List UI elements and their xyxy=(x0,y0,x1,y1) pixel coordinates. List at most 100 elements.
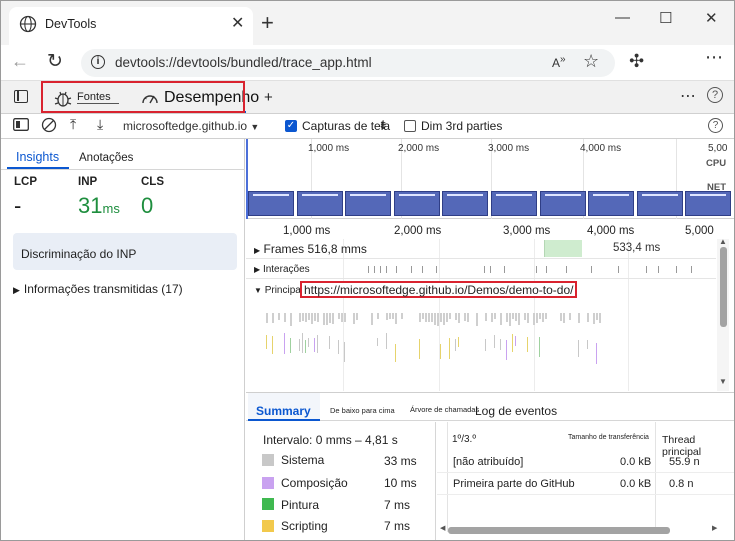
task-bar xyxy=(506,340,507,360)
legend-swatch-system xyxy=(262,454,274,466)
interaction-mark xyxy=(646,266,647,273)
horizontal-scrollbar[interactable]: ◀ ▶ xyxy=(440,524,720,535)
task-bar xyxy=(437,313,439,326)
metric-cls-value: 0 xyxy=(141,193,154,218)
reload-icon[interactable]: ↻ xyxy=(47,50,63,73)
scroll-thumb[interactable] xyxy=(448,527,670,534)
tab-annotations[interactable]: Anotações xyxy=(79,152,133,164)
scroll-right-icon[interactable]: ▶ xyxy=(712,524,717,532)
interaction-mark xyxy=(658,266,659,273)
task-bar xyxy=(587,313,589,322)
read-aloud-icon[interactable]: A» xyxy=(552,54,566,70)
interaction-mark xyxy=(380,266,381,273)
task-bar xyxy=(314,338,315,352)
task-bar xyxy=(299,313,301,322)
address-bar[interactable]: i devtools://devtools/bundled/trace_app.… xyxy=(81,49,615,77)
task-bar xyxy=(353,313,355,324)
interaction-mark xyxy=(618,266,619,273)
task-bar xyxy=(284,313,286,322)
task-bar xyxy=(506,313,508,322)
maximize-button[interactable]: ☐ xyxy=(659,9,672,27)
table-cell: Primeira parte do GitHub xyxy=(453,478,575,490)
task-bar xyxy=(458,337,459,347)
table-header: 1º/3.º Tamanho de transferência Thread p… xyxy=(437,422,734,458)
task-bar xyxy=(446,313,448,322)
timeline-overview[interactable]: 1,000 ms 2,000 ms 3,000 ms 4,000 ms 5,00… xyxy=(246,139,734,219)
table-row[interactable]: [não atribuído] 0.0 kB 55.9 n xyxy=(437,451,734,473)
title-bar: DevTools ✕ + — ☐ ✕ xyxy=(1,1,734,45)
scroll-left-icon[interactable]: ◀ xyxy=(440,524,445,532)
interaction-mark xyxy=(374,266,375,273)
frame-block[interactable] xyxy=(544,240,582,257)
column-header[interactable]: Tamanho de transferência xyxy=(568,434,649,441)
scroll-thumb[interactable] xyxy=(720,247,727,327)
expand-triangle-icon: ▶ xyxy=(13,285,20,295)
browser-menu-icon[interactable]: ⋯ xyxy=(705,47,724,68)
dock-side-icon[interactable] xyxy=(14,90,28,103)
task-bar xyxy=(371,313,373,325)
tab-call-tree[interactable]: Árvore de chamadas xyxy=(410,405,479,414)
task-bar xyxy=(455,313,457,320)
tab-bottom-up[interactable]: De baixo para cima xyxy=(330,406,395,415)
task-bar xyxy=(455,339,456,351)
summary-value: 7 ms xyxy=(384,519,411,533)
back-arrow-icon[interactable]: ← xyxy=(11,51,29,72)
vertical-scrollbar[interactable]: ▲ ▼ xyxy=(717,239,729,391)
tab-summary[interactable]: Summary xyxy=(248,393,320,421)
interactions-track[interactable]: ▶ Interações xyxy=(246,261,716,279)
dim-3rd-parties-label: Dim 3rd parties xyxy=(421,119,503,133)
table-cell: 0.0 kB xyxy=(620,456,652,468)
frames-track[interactable]: ▶ Frames 516,8 mms 533,4 ms xyxy=(246,239,716,259)
main-thread-track[interactable]: ▼ Principal https://microsoftedge.github… xyxy=(246,279,716,391)
browser-tab[interactable]: DevTools ✕ xyxy=(9,7,253,45)
help-icon[interactable]: ? xyxy=(708,118,723,133)
interaction-mark xyxy=(396,266,397,273)
task-bar xyxy=(326,313,328,325)
resize-handle-icon[interactable]: ⇟ xyxy=(378,118,388,132)
favorite-star-icon[interactable]: ☆ xyxy=(583,51,599,72)
divider[interactable] xyxy=(435,422,436,540)
task-bar xyxy=(299,339,300,351)
interaction-mark xyxy=(676,266,677,273)
help-icon[interactable]: ? xyxy=(707,87,723,103)
interaction-mark xyxy=(691,266,692,273)
tab-event-log[interactable]: Log de eventos xyxy=(475,404,557,418)
extensions-icon[interactable]: ✣ xyxy=(629,51,644,72)
range-text: Intervalo: 0 mms – 4,81 s xyxy=(263,433,398,447)
column-header[interactable]: 1º/3.º xyxy=(452,434,476,445)
task-bar xyxy=(323,313,325,325)
close-window-button[interactable]: ✕ xyxy=(705,9,718,27)
summary-label: Scripting xyxy=(281,519,328,533)
devtools-more-icon[interactable]: ⋯ xyxy=(680,86,696,106)
add-tab-button[interactable]: + xyxy=(264,89,273,106)
tab-insights[interactable]: Insights xyxy=(7,147,69,169)
globe-icon xyxy=(19,15,37,36)
table-row[interactable]: Primeira parte do GitHub 0.0 kB 0.8 n xyxy=(437,473,734,495)
scroll-down-icon[interactable]: ▼ xyxy=(719,377,727,386)
main-thread-url[interactable]: https://microsoftedge.github.io/Demos/de… xyxy=(300,281,578,298)
new-tab-button[interactable]: + xyxy=(261,12,274,34)
dim-3rd-parties-checkbox[interactable] xyxy=(404,120,416,132)
close-tab-icon[interactable]: ✕ xyxy=(231,13,244,33)
sidebar-toggle-icon[interactable] xyxy=(13,118,29,134)
minimize-button[interactable]: — xyxy=(615,9,630,26)
download-icon[interactable]: ⤓ xyxy=(97,116,103,133)
recording-select[interactable]: microsoftedge.github.io ▼ xyxy=(123,119,259,133)
task-bar xyxy=(509,313,511,326)
transmitted-info-toggle[interactable]: ▶ Informações transmitidas (17) xyxy=(13,282,183,296)
upload-icon[interactable]: ⤒ xyxy=(70,116,76,133)
url-text[interactable]: devtools://devtools/bundled/trace_app.ht… xyxy=(115,55,372,70)
screenshot-thumbnail xyxy=(636,191,683,216)
summary-value: 33 ms xyxy=(384,454,417,468)
task-bar xyxy=(593,313,595,324)
legend-swatch-paint xyxy=(262,498,274,510)
inp-breakdown-card[interactable]: Discriminação do INP xyxy=(13,233,237,270)
task-bar xyxy=(440,344,441,359)
clear-icon[interactable] xyxy=(41,117,57,136)
info-icon[interactable]: i xyxy=(91,55,105,69)
task-bar xyxy=(533,313,535,325)
screenshots-checkbox[interactable]: ✓ xyxy=(285,120,297,132)
interaction-mark xyxy=(436,266,437,273)
scroll-up-icon[interactable]: ▲ xyxy=(719,239,727,246)
timeline-tracks[interactable]: ▶ Frames 516,8 mms 533,4 ms ▶ Interações… xyxy=(246,239,734,391)
